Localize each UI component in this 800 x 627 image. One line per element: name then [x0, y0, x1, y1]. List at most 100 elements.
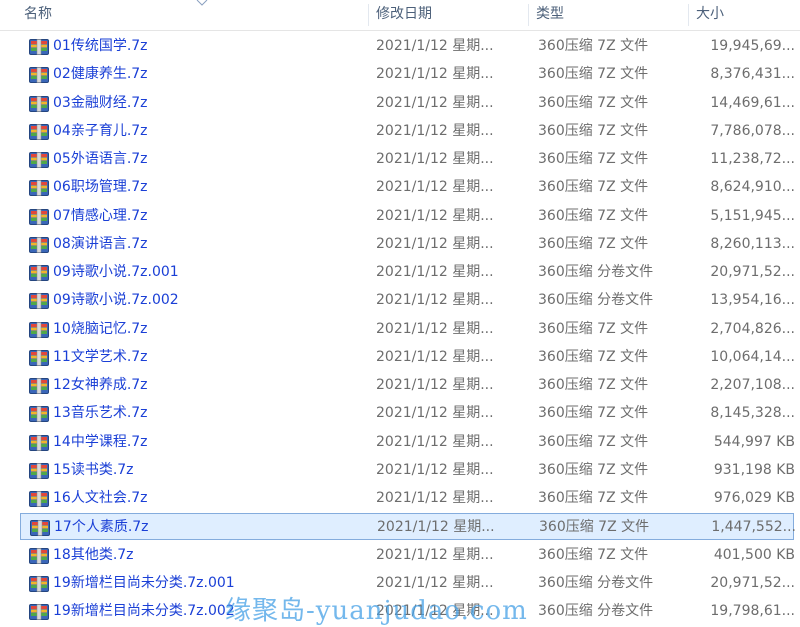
file-type: 360压缩 7Z 文件	[538, 433, 649, 450]
file-type: 360压缩 7Z 文件	[538, 179, 649, 196]
file-name-cell[interactable]: 10烧脑记忆.7z	[25, 316, 365, 343]
file-row[interactable]: 12女神养成.7z 2021/1/12 星期... 360压缩 7Z 文件 2,207…	[20, 372, 795, 399]
file-date: 2021/1/12 星期...	[376, 377, 494, 393]
file-name: 19新增栏目尚未分类.7z.002	[53, 603, 235, 619]
file-size: 11,238,72...	[710, 151, 795, 167]
file-size: 7,786,078...	[710, 122, 795, 139]
file-row[interactable]: 16人文社会.7z 2021/1/12 星期... 360压缩 7Z 文件 976,0…	[20, 485, 795, 512]
file-date: 2021/1/12 星期...	[376, 461, 494, 478]
file-name-cell[interactable]: 09诗歌小说.7z.001	[25, 259, 365, 286]
column-divider[interactable]	[688, 4, 689, 26]
column-header-type[interactable]: 类型	[530, 0, 688, 30]
file-date: 2021/1/12 星期...	[376, 292, 494, 309]
file-row[interactable]: 11文学艺术.7z 2021/1/12 星期... 360压缩 7Z 文件 10,06…	[20, 344, 795, 371]
file-row[interactable]: 01传统国学.7z 2021/1/12 星期... 360压缩 7Z 文件 19,94…	[20, 33, 795, 60]
file-date: 2021/1/12 星期...	[376, 405, 494, 422]
file-row[interactable]: 17个人素质.7z 2021/1/12 星期... 360压缩 7Z 文件 1,447…	[20, 513, 796, 541]
archive-file-icon	[29, 123, 49, 140]
column-header-name[interactable]: 名称	[18, 0, 368, 30]
file-row[interactable]: 04亲子育儿.7z 2021/1/12 星期... 360压缩 7Z 文件 7,786…	[20, 118, 795, 145]
archive-file-icon	[29, 462, 49, 479]
file-type: 360压缩 7Z 文件	[538, 235, 649, 252]
file-name-cell[interactable]: 01传统国学.7z	[25, 33, 365, 60]
archive-file-icon	[29, 349, 49, 366]
file-date: 2021/1/12 星期...	[376, 348, 494, 365]
file-row[interactable]: 07情感心理.7z 2021/1/12 星期... 360压缩 7Z 文件 5,151…	[20, 203, 795, 230]
file-name-cell[interactable]: 13音乐艺术.7z	[25, 400, 365, 427]
file-row[interactable]: 03金融财经.7z 2021/1/12 星期... 360压缩 7Z 文件 14,46…	[20, 90, 795, 117]
file-name-cell[interactable]: 14中学课程.7z	[25, 429, 365, 456]
file-name-cell[interactable]: 09诗歌小说.7z.002	[25, 287, 365, 314]
file-row[interactable]: 02健康养生.7z 2021/1/12 星期... 360压缩 7Z 文件 8,376…	[20, 61, 795, 88]
file-name: 17个人素质.7z	[54, 519, 149, 536]
file-size: 14,469,61...	[710, 94, 795, 111]
file-name-cell[interactable]: 06职场管理.7z	[25, 174, 365, 201]
file-type: 360压缩 7Z 文件	[538, 405, 649, 422]
file-type: 360压缩 7Z 文件	[538, 151, 649, 167]
archive-file-icon	[29, 208, 49, 225]
file-size: 544,997 KB	[713, 433, 795, 450]
file-row[interactable]: 18其他类.7z 2021/1/12 星期... 360压缩 7Z 文件 401,50…	[20, 542, 795, 569]
archive-file-icon	[29, 236, 49, 253]
column-divider[interactable]	[368, 4, 369, 26]
file-row[interactable]: 15读书类.7z 2021/1/12 星期... 360压缩 7Z 文件 931,19…	[20, 457, 795, 484]
file-row[interactable]: 09诗歌小说.7z.002 2021/1/12 星期... 360压缩 分卷文件 13…	[20, 287, 795, 314]
file-row[interactable]: 09诗歌小说.7z.001 2021/1/12 星期... 360压缩 分卷文件 20…	[20, 259, 795, 286]
file-date: 2021/1/12 星期...	[377, 519, 495, 536]
file-name-cell[interactable]: 04亲子育儿.7z	[25, 118, 365, 145]
file-size: 8,145,328...	[710, 405, 795, 422]
file-date: 2021/1/12 星期...	[376, 490, 494, 506]
watermark-text: 缘聚岛-yuanjudao.com	[225, 596, 528, 626]
archive-file-icon	[29, 321, 49, 338]
file-name-cell[interactable]: 03金融财经.7z	[25, 90, 365, 117]
file-row[interactable]: 05外语语言.7z 2021/1/12 星期... 360压缩 7Z 文件 11,23…	[20, 146, 795, 173]
file-date: 2021/1/12 星期...	[376, 122, 494, 139]
file-name-cell[interactable]: 16人文社会.7z	[25, 485, 365, 512]
file-size: 8,260,113...	[710, 235, 795, 252]
column-header-bar: 名称 修改日期 类型 大小	[0, 0, 800, 31]
archive-file-icon	[29, 265, 49, 281]
file-name-cell[interactable]: 12女神养成.7z	[25, 372, 365, 399]
file-row[interactable]: 14中学课程.7z 2021/1/12 星期... 360压缩 7Z 文件 544,9…	[20, 429, 795, 456]
archive-file-icon	[29, 406, 49, 423]
file-row[interactable]: 13音乐艺术.7z 2021/1/12 星期... 360压缩 7Z 文件 8,145…	[20, 400, 795, 427]
file-date: 2021/1/12 星期...	[376, 207, 494, 224]
file-date: 2021/1/12 星期...	[376, 151, 494, 167]
file-name-cell[interactable]: 11文学艺术.7z	[25, 344, 365, 371]
file-type: 360压缩 7Z 文件	[538, 546, 649, 563]
file-date: 2021/1/12 星期...	[376, 546, 494, 563]
file-size: 931,198 KB	[713, 461, 795, 478]
file-size: 1,447,552...	[711, 519, 796, 536]
file-name-cell[interactable]: 02健康养生.7z	[25, 61, 365, 88]
file-name-cell[interactable]: 18其他类.7z	[25, 542, 365, 569]
file-type: 360压缩 分卷文件	[538, 292, 654, 309]
file-name-cell[interactable]: 05外语语言.7z	[25, 146, 365, 173]
file-date: 2021/1/12 星期...	[376, 433, 494, 450]
file-name-cell[interactable]: 07情感心理.7z	[25, 203, 365, 230]
file-name: 01传统国学.7z	[53, 38, 148, 54]
archive-file-icon	[30, 520, 50, 537]
file-name: 09诗歌小说.7z.002	[53, 292, 179, 309]
file-row[interactable]: 10烧脑记忆.7z 2021/1/12 星期... 360压缩 7Z 文件 2,704…	[20, 316, 795, 343]
file-name-cell[interactable]: 08演讲语言.7z	[25, 231, 365, 258]
file-name: 16人文社会.7z	[53, 490, 148, 506]
file-name-cell[interactable]: 15读书类.7z	[25, 457, 365, 484]
file-type: 360压缩 7Z 文件	[538, 348, 649, 365]
file-row[interactable]: 06职场管理.7z 2021/1/12 星期... 360压缩 7Z 文件 8,624…	[20, 174, 795, 201]
file-row[interactable]: 08演讲语言.7z 2021/1/12 星期... 360压缩 7Z 文件 8,260…	[20, 231, 795, 258]
column-divider[interactable]	[528, 4, 529, 26]
file-date: 2021/1/12 星期...	[376, 264, 494, 280]
archive-file-icon	[29, 67, 49, 84]
file-date: 2021/1/12 星期...	[376, 38, 494, 54]
file-size: 976,029 KB	[713, 490, 795, 506]
column-header-size[interactable]: 大小	[690, 0, 800, 30]
archive-file-icon	[29, 293, 49, 310]
file-size: 13,954,16...	[710, 292, 795, 309]
file-type: 360压缩 7Z 文件	[538, 377, 649, 393]
file-type: 360压缩 分卷文件	[538, 574, 654, 591]
column-header-date[interactable]: 修改日期	[370, 0, 528, 30]
file-type: 360压缩 7Z 文件	[538, 122, 649, 139]
file-type: 360压缩 7Z 文件	[538, 94, 649, 111]
file-size: 10,064,14...	[710, 348, 795, 365]
file-name-cell[interactable]: 17个人素质.7z	[26, 514, 366, 541]
